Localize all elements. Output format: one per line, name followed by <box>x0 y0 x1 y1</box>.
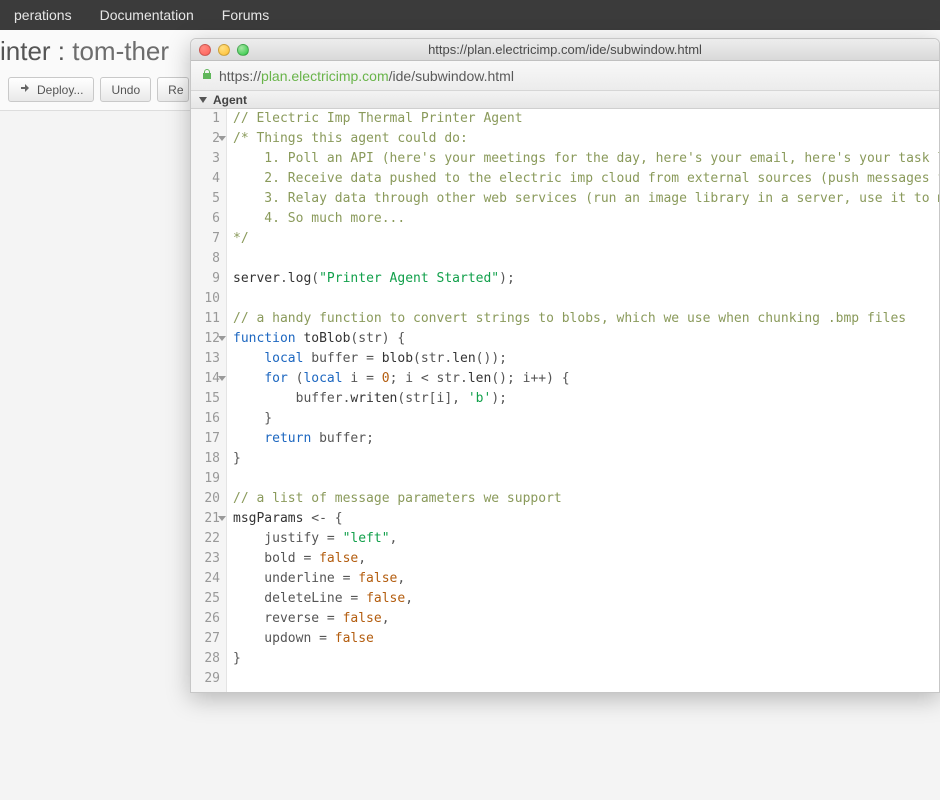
line-number: 28 <box>201 649 220 669</box>
code-line[interactable]: */ <box>233 229 935 249</box>
line-number: 26 <box>201 609 220 629</box>
code-line[interactable] <box>233 249 935 269</box>
line-number: 4 <box>201 169 220 189</box>
line-number: 8 <box>201 249 220 269</box>
line-number: 14 <box>201 369 220 389</box>
code-line[interactable]: function toBlob(str) { <box>233 329 935 349</box>
line-number: 7 <box>201 229 220 249</box>
traffic-lights <box>199 44 249 56</box>
code-line[interactable]: server.log("Printer Agent Started"); <box>233 269 935 289</box>
code-line[interactable]: underline = false, <box>233 569 935 589</box>
code-line[interactable]: 3. Relay data through other web services… <box>233 189 935 209</box>
line-number: 29 <box>201 669 220 689</box>
code-line[interactable]: updown = false <box>233 629 935 649</box>
line-number: 1 <box>201 109 220 129</box>
line-number: 17 <box>201 429 220 449</box>
code-line[interactable]: } <box>233 409 935 429</box>
lock-icon <box>201 68 213 83</box>
code-line[interactable]: buffer.writen(str[i], 'b'); <box>233 389 935 409</box>
code-line[interactable]: // Electric Imp Thermal Printer Agent <box>233 109 935 129</box>
line-number: 6 <box>201 209 220 229</box>
code-line[interactable] <box>233 289 935 309</box>
code-line[interactable] <box>233 669 935 689</box>
code-line[interactable]: // a list of message parameters we suppo… <box>233 489 935 509</box>
subwindow: https://plan.electricimp.com/ide/subwind… <box>190 38 940 693</box>
code-line[interactable]: justify = "left", <box>233 529 935 549</box>
window-titlebar[interactable]: https://plan.electricimp.com/ide/subwind… <box>191 39 939 61</box>
page-title-prefix: inter : <box>0 36 72 66</box>
deploy-button[interactable]: Deploy... <box>8 77 94 102</box>
code-line[interactable]: reverse = false, <box>233 609 935 629</box>
code-line[interactable]: 4. So much more... <box>233 209 935 229</box>
nav-documentation[interactable]: Documentation <box>86 0 208 30</box>
line-number: 18 <box>201 449 220 469</box>
code-editor[interactable]: 1234567891011121314151617181920212223242… <box>191 109 939 692</box>
line-number: 5 <box>201 189 220 209</box>
section-bar[interactable]: Agent <box>191 91 939 109</box>
code-line[interactable]: return buffer; <box>233 429 935 449</box>
address-bar[interactable]: https://plan.electricimp.com/ide/subwind… <box>191 61 939 91</box>
address-url: https://plan.electricimp.com/ide/subwind… <box>219 68 514 84</box>
code-line[interactable]: /* Things this agent could do: <box>233 129 935 149</box>
code-line[interactable]: 2. Receive data pushed to the electric i… <box>233 169 935 189</box>
window-title: https://plan.electricimp.com/ide/subwind… <box>191 42 939 57</box>
line-number: 16 <box>201 409 220 429</box>
line-number: 20 <box>201 489 220 509</box>
chevron-down-icon <box>199 97 207 103</box>
line-number: 9 <box>201 269 220 289</box>
page-title-name: tom-ther <box>72 36 169 66</box>
url-host: plan.electricimp.com <box>261 68 389 84</box>
code-area[interactable]: // Electric Imp Thermal Printer Agent/* … <box>227 109 939 692</box>
line-number: 27 <box>201 629 220 649</box>
code-line[interactable]: 1. Poll an API (here's your meetings for… <box>233 149 935 169</box>
code-line[interactable]: local buffer = blob(str.len()); <box>233 349 935 369</box>
deploy-icon <box>19 82 31 97</box>
code-line[interactable]: } <box>233 449 935 469</box>
line-number: 22 <box>201 529 220 549</box>
url-path: /ide/subwindow.html <box>389 68 514 84</box>
url-scheme: https:// <box>219 68 261 84</box>
code-line[interactable]: deleteLine = false, <box>233 589 935 609</box>
deploy-label: Deploy... <box>37 83 83 97</box>
line-number: 19 <box>201 469 220 489</box>
code-line[interactable] <box>233 469 935 489</box>
nav-forums[interactable]: Forums <box>208 0 283 30</box>
redo-label: Re <box>168 83 183 97</box>
code-line[interactable]: for (local i = 0; i < str.len(); i++) { <box>233 369 935 389</box>
undo-label: Undo <box>111 83 140 97</box>
code-line[interactable]: bold = false, <box>233 549 935 569</box>
line-number: 3 <box>201 149 220 169</box>
line-number: 15 <box>201 389 220 409</box>
line-number: 24 <box>201 569 220 589</box>
code-line[interactable]: msgParams <- { <box>233 509 935 529</box>
nav-operations[interactable]: perations <box>0 0 86 30</box>
code-line[interactable]: } <box>233 649 935 669</box>
code-line[interactable]: // a handy function to convert strings t… <box>233 309 935 329</box>
close-window-button[interactable] <box>199 44 211 56</box>
undo-button[interactable]: Undo <box>100 77 151 102</box>
redo-button[interactable]: Re <box>157 77 188 102</box>
line-number: 25 <box>201 589 220 609</box>
minimize-window-button[interactable] <box>218 44 230 56</box>
line-number: 13 <box>201 349 220 369</box>
line-gutter: 1234567891011121314151617181920212223242… <box>191 109 227 692</box>
line-number: 10 <box>201 289 220 309</box>
line-number: 2 <box>201 129 220 149</box>
line-number: 21 <box>201 509 220 529</box>
line-number: 23 <box>201 549 220 569</box>
top-nav: perations Documentation Forums <box>0 0 940 30</box>
section-label: Agent <box>213 93 247 107</box>
line-number: 12 <box>201 329 220 349</box>
line-number: 11 <box>201 309 220 329</box>
zoom-window-button[interactable] <box>237 44 249 56</box>
